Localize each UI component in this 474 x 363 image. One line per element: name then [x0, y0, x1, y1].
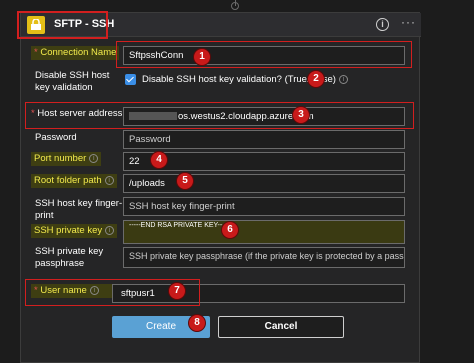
private-key-label: SSH private key i: [31, 224, 118, 238]
private-key-input[interactable]: -----END RSA PRIVATE KEY-----: [123, 220, 405, 244]
connection-card: SFTP - SSH i ··· * Connection Name Sftps…: [17, 11, 421, 363]
fingerprint-input[interactable]: SSH host key finger-print: [123, 197, 405, 216]
header-annotation-box: [17, 11, 108, 39]
connection-name-label: * Connection Name: [31, 46, 120, 60]
passphrase-label: SSH private key passphrase: [35, 246, 104, 269]
info-icon: i: [104, 176, 114, 185]
password-input[interactable]: Password: [123, 130, 405, 149]
connection-name-annotation: [116, 41, 412, 68]
annotation-badge-1: 1: [193, 48, 211, 66]
info-icon[interactable]: i: [376, 18, 389, 31]
host-server-annotation: [25, 102, 414, 129]
root-folder-label: Root folder path i: [31, 174, 117, 188]
flow-connector: [229, 0, 243, 10]
annotation-badge-7: 7: [168, 282, 186, 300]
annotation-badge-8: 8: [188, 314, 206, 332]
chevron-down-icon: [231, 2, 239, 10]
more-icon[interactable]: ···: [401, 15, 416, 29]
disable-ssh-label: Disable SSH host key validation: [35, 70, 110, 93]
cancel-button[interactable]: Cancel: [218, 316, 344, 338]
annotation-badge-5: 5: [176, 172, 194, 190]
annotation-badge-4: 4: [150, 151, 168, 169]
info-icon: i: [105, 226, 115, 235]
root-folder-input[interactable]: /uploads: [123, 174, 405, 193]
designer-canvas: SFTP - SSH i ··· * Connection Name Sftps…: [0, 0, 474, 363]
port-label: Port number i: [31, 152, 102, 166]
annotation-badge-3: 3: [292, 106, 310, 124]
disable-ssh-checkbox[interactable]: [125, 74, 136, 85]
annotation-badge-6: 6: [221, 221, 239, 239]
fingerprint-label: SSH host key finger-print: [35, 198, 123, 221]
info-icon: i: [338, 75, 348, 84]
passphrase-input[interactable]: SSH private key passphrase (if the priva…: [123, 247, 405, 268]
password-label: Password: [35, 132, 77, 143]
annotation-badge-2: 2: [307, 70, 325, 88]
info-icon: i: [89, 154, 99, 163]
